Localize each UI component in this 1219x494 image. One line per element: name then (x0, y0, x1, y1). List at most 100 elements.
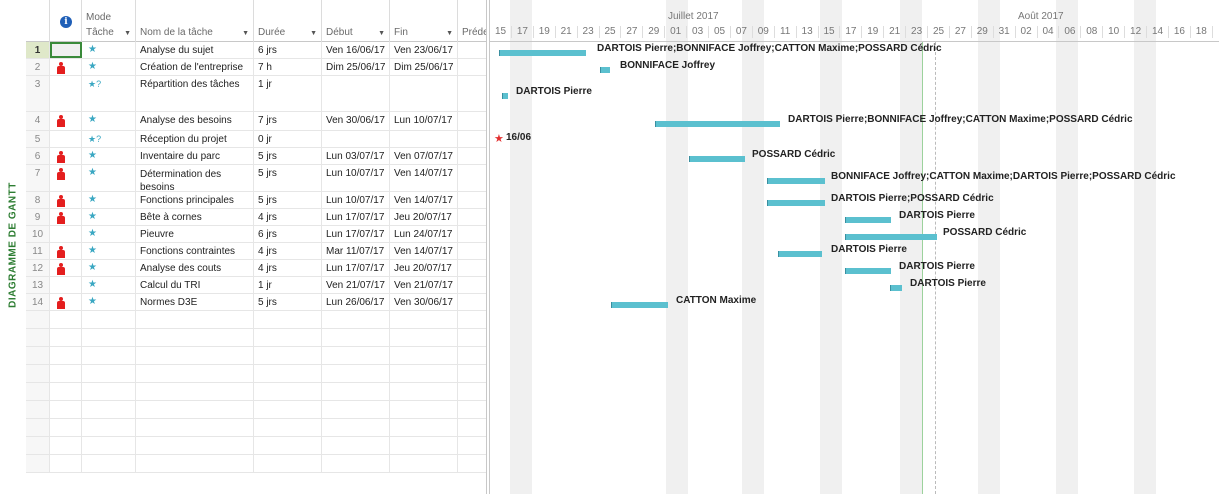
cell-pred[interactable] (458, 260, 486, 276)
cell-mode[interactable]: ★ (82, 165, 136, 191)
cell-end[interactable] (390, 401, 458, 418)
cell-ind[interactable] (50, 42, 82, 58)
chevron-down-icon[interactable]: ▼ (446, 30, 453, 37)
gantt-bar[interactable] (655, 121, 780, 127)
cell-dur[interactable] (254, 419, 322, 436)
cell-name[interactable] (136, 437, 254, 454)
cell-ind[interactable] (50, 260, 82, 276)
cell-start[interactable] (322, 437, 390, 454)
cell-pred[interactable] (458, 59, 486, 75)
empty-row[interactable] (26, 365, 486, 383)
cell-mode[interactable]: ★ (82, 209, 136, 225)
empty-row[interactable] (26, 383, 486, 401)
cell-end[interactable] (390, 76, 458, 111)
cell-dur[interactable]: 4 jrs (254, 209, 322, 225)
chevron-down-icon[interactable]: ▼ (242, 30, 249, 37)
cell-name[interactable]: Calcul du TRI (136, 277, 254, 293)
cell-pred[interactable] (458, 365, 486, 382)
table-row[interactable]: 2 ★ Création de l'entreprise 7 h Dim 25/06/1… (26, 59, 486, 76)
chevron-down-icon[interactable]: ▼ (124, 30, 131, 37)
header-task-name[interactable]: Nom de la tâche ▼ (136, 0, 254, 42)
cell-ind[interactable] (50, 347, 82, 364)
cell-dur[interactable]: 7 h (254, 59, 322, 75)
cell-mode[interactable] (82, 455, 136, 472)
cell-name[interactable]: Inventaire du parc (136, 148, 254, 164)
table-row[interactable]: 7 ★ Détermination des besoins 5 jrs Lun 10/0… (26, 165, 486, 192)
gantt-bar[interactable] (767, 200, 825, 206)
cell-end[interactable]: Jeu 20/07/17 (390, 209, 458, 225)
cell-ind[interactable] (50, 165, 82, 191)
gantt-bar[interactable] (600, 67, 610, 73)
cell-mode[interactable] (82, 383, 136, 400)
table-row[interactable]: 4 ★ Analyse des besoins 7 jrs Ven 30/06/17 Lu… (26, 112, 486, 131)
cell-mode[interactable]: ★ (82, 59, 136, 75)
cell-dur[interactable]: 5 jrs (254, 192, 322, 208)
cell-pred[interactable] (458, 112, 486, 130)
cell-ind[interactable] (50, 148, 82, 164)
cell-name[interactable] (136, 401, 254, 418)
cell-pred[interactable] (458, 437, 486, 454)
cell-ind[interactable] (50, 455, 82, 472)
cell-name[interactable]: Répartition des tâches (136, 76, 254, 111)
cell-mode[interactable]: ★ (82, 148, 136, 164)
header-predecessors[interactable]: Préde (458, 0, 486, 42)
cell-num[interactable] (26, 401, 50, 418)
cell-end[interactable] (390, 365, 458, 382)
cell-name[interactable]: Bête à cornes (136, 209, 254, 225)
cell-end[interactable] (390, 455, 458, 472)
cell-mode[interactable] (82, 365, 136, 382)
chevron-down-icon[interactable]: ▼ (378, 30, 385, 37)
table-row[interactable]: 13 ★ Calcul du TRI 1 jr Ven 21/07/17 Ven 21/0… (26, 277, 486, 294)
cell-dur[interactable] (254, 383, 322, 400)
cell-start[interactable] (322, 311, 390, 328)
cell-dur[interactable]: 4 jrs (254, 243, 322, 259)
gantt-bar[interactable] (845, 217, 891, 223)
cell-ind[interactable] (50, 277, 82, 293)
cell-name[interactable] (136, 455, 254, 472)
empty-row[interactable] (26, 437, 486, 455)
cell-pred[interactable] (458, 455, 486, 472)
gantt-bar[interactable] (502, 93, 508, 99)
cell-name[interactable]: Détermination des besoins (136, 165, 254, 191)
cell-start[interactable]: Ven 21/07/17 (322, 277, 390, 293)
cell-ind[interactable] (50, 59, 82, 75)
cell-name[interactable]: Analyse des couts (136, 260, 254, 276)
cell-mode[interactable]: ★? (82, 76, 136, 111)
cell-num[interactable] (26, 419, 50, 436)
cell-num[interactable] (26, 383, 50, 400)
cell-pred[interactable] (458, 243, 486, 259)
cell-name[interactable] (136, 347, 254, 364)
cell-pred[interactable] (458, 226, 486, 242)
cell-end[interactable]: Dim 25/06/17 (390, 59, 458, 75)
cell-ind[interactable] (50, 365, 82, 382)
cell-pred[interactable] (458, 209, 486, 225)
cell-pred[interactable] (458, 419, 486, 436)
cell-num[interactable]: 13 (26, 277, 50, 293)
cell-name[interactable] (136, 419, 254, 436)
cell-pred[interactable] (458, 329, 486, 346)
cell-mode[interactable]: ★ (82, 226, 136, 242)
cell-start[interactable] (322, 419, 390, 436)
gantt-bar[interactable] (845, 234, 937, 240)
table-row[interactable]: 11 ★ Fonctions contraintes 4 jrs Mar 11/07/1… (26, 243, 486, 260)
cell-name[interactable] (136, 365, 254, 382)
cell-ind[interactable] (50, 192, 82, 208)
cell-pred[interactable] (458, 192, 486, 208)
cell-dur[interactable]: 6 jrs (254, 226, 322, 242)
cell-ind[interactable] (50, 401, 82, 418)
cell-num[interactable] (26, 365, 50, 382)
cell-start[interactable]: Lun 17/07/17 (322, 226, 390, 242)
cell-mode[interactable]: ★ (82, 260, 136, 276)
cell-start[interactable]: Lun 10/07/17 (322, 165, 390, 191)
table-row[interactable]: 12 ★ Analyse des couts 4 jrs Lun 17/07/17 Jeu… (26, 260, 486, 277)
table-row[interactable]: 1 ★ Analyse du sujet 6 jrs Ven 16/06/17 Ven 2… (26, 42, 486, 59)
cell-end[interactable]: Ven 14/07/17 (390, 192, 458, 208)
cell-num[interactable]: 11 (26, 243, 50, 259)
cell-dur[interactable] (254, 365, 322, 382)
cell-start[interactable] (322, 455, 390, 472)
cell-dur[interactable]: 4 jrs (254, 260, 322, 276)
cell-mode[interactable] (82, 347, 136, 364)
cell-ind[interactable] (50, 243, 82, 259)
cell-pred[interactable] (458, 131, 486, 147)
cell-dur[interactable]: 0 jr (254, 131, 322, 147)
